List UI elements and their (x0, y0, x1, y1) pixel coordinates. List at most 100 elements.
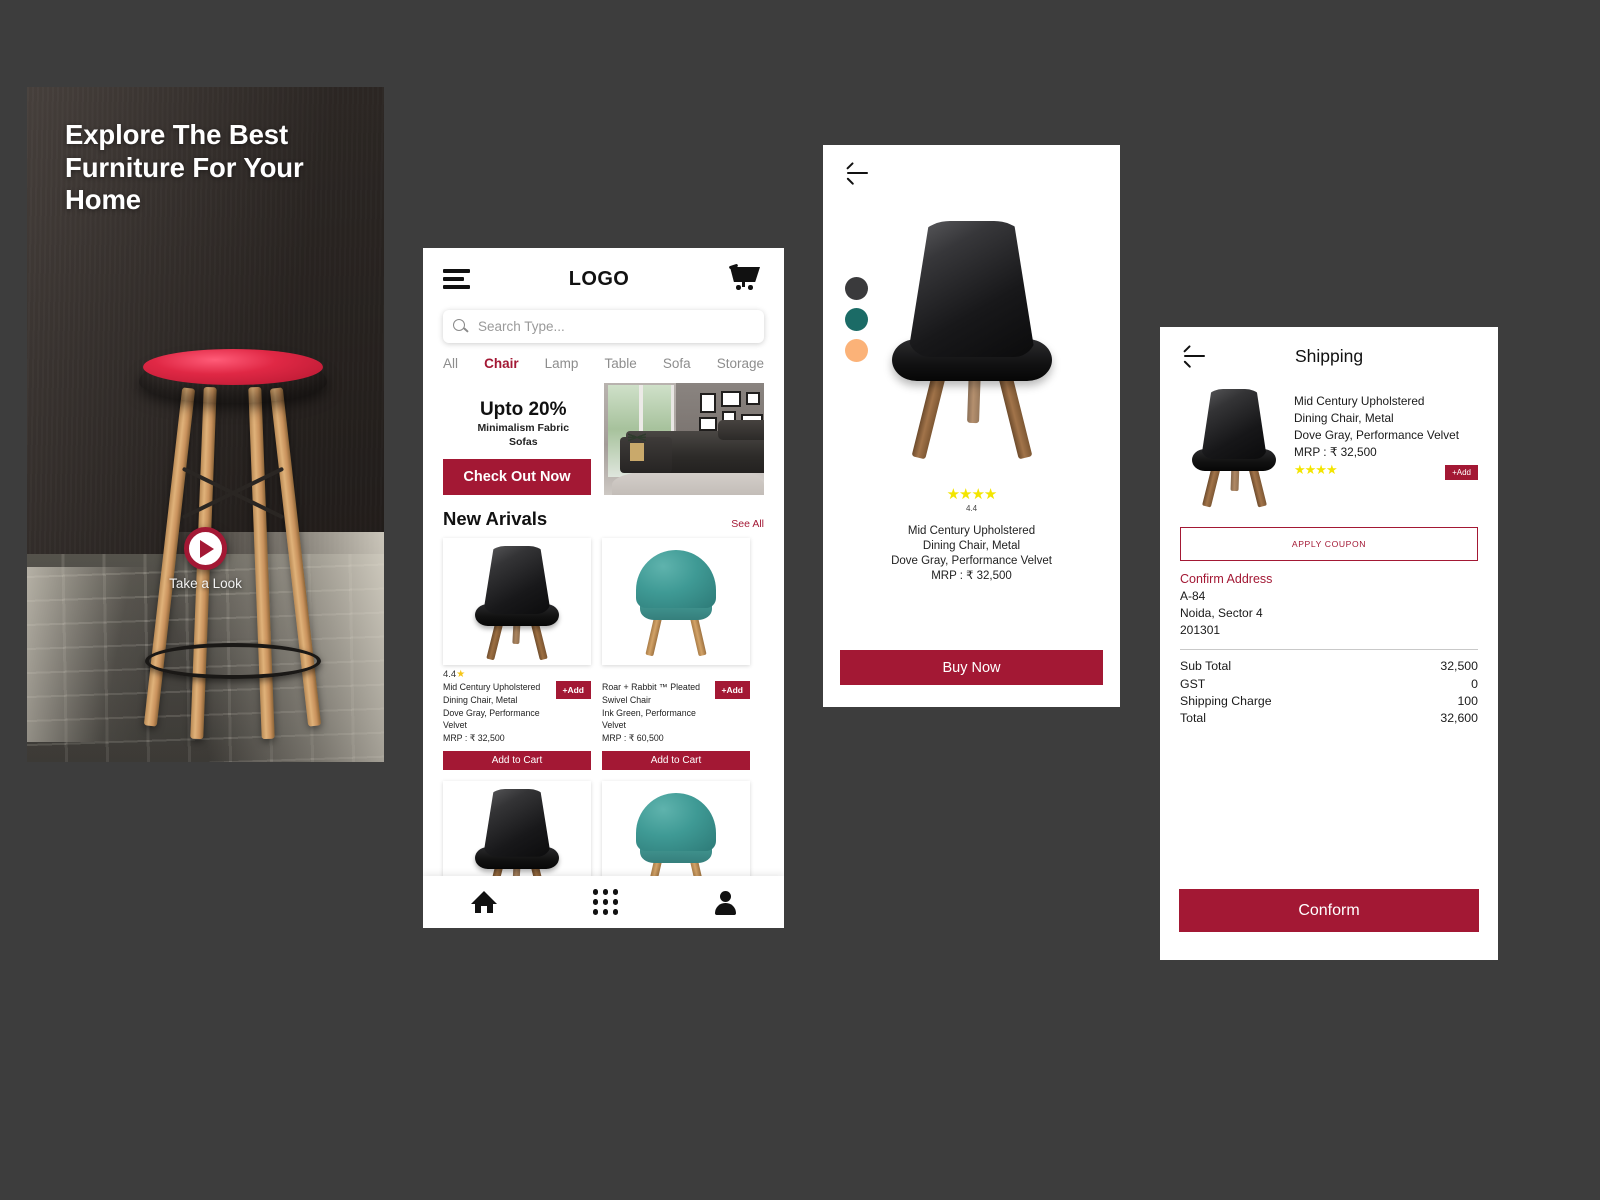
total-value: 32,500 (1440, 659, 1478, 674)
product-card[interactable]: Roar + Rabbit ™ Pleated Swivel Chair Ink… (602, 538, 750, 770)
swatch-peach[interactable] (845, 339, 868, 362)
color-swatches (845, 277, 868, 362)
page-title: Shipping (1294, 345, 1364, 366)
splash-play-group: Take a Look (27, 527, 384, 591)
category-tab-storage[interactable]: Storage (717, 356, 764, 371)
total-label: GST (1180, 676, 1206, 691)
shipping-product-info: Mid Century Upholstered Dining Chair, Me… (1294, 387, 1478, 505)
category-tab-chair[interactable]: Chair (484, 356, 519, 371)
shipping-top-bar: Shipping (1160, 327, 1498, 385)
add-button[interactable]: +Add (714, 681, 750, 699)
total-label: Total (1180, 711, 1206, 726)
product-thumbnail[interactable] (602, 538, 750, 665)
total-value: 0 (1471, 676, 1478, 691)
product-grid-row-1: 4.4★ Mid Century Upholstered Dining Chai… (423, 538, 784, 770)
apply-coupon-button[interactable]: APPLY COUPON (1180, 527, 1478, 561)
see-all-link[interactable]: See All (731, 518, 764, 530)
confirm-address-heading[interactable]: Confirm Address (1180, 572, 1478, 586)
detail-image-stage (823, 201, 1120, 481)
detail-name-line-1: Mid Century Upholstered (907, 525, 1036, 537)
category-tab-sofa[interactable]: Sofa (663, 356, 691, 371)
address-line-2: Noida, Sector 4 (1180, 606, 1263, 621)
add-to-cart-button[interactable]: Add to Cart (602, 750, 750, 770)
home-screen: LOGO All Chair Lamp Table Sofa Storage U… (423, 248, 784, 928)
bottom-navigation (423, 876, 784, 928)
user-profile-icon[interactable] (714, 890, 737, 915)
search-input[interactable] (478, 319, 754, 334)
home-top-bar: LOGO (423, 248, 784, 310)
promo-subline-1: Minimalism Fabric (477, 422, 570, 434)
address-postal-code: 201301 (1180, 623, 1221, 638)
splash-screen: Explore The Best Furniture For Your Home… (27, 87, 384, 762)
product-name-line-1: Mid Century Upholstered (1294, 394, 1425, 408)
product-price: MRP : ₹ 32,500 (443, 733, 505, 743)
add-button[interactable]: +Add (555, 681, 591, 699)
product-description: Mid Century Upholstered Dining Chair, Me… (443, 681, 552, 745)
product-name-line-3: Dove Gray, Performance Velvet (443, 707, 540, 731)
product-name-line-3: Dove Gray, Performance Velvet (1294, 428, 1460, 443)
total-row-total: Total 32,600 (1180, 710, 1478, 727)
product-price: MRP : ₹ 60,500 (602, 733, 664, 743)
detail-top-bar (823, 145, 1120, 201)
product-hero-image (882, 221, 1062, 461)
detail-rating-value: 4.4 (965, 504, 978, 513)
grid-apps-icon[interactable] (592, 889, 619, 915)
app-logo: LOGO (568, 267, 630, 290)
product-rating: 4.4★ (443, 669, 466, 680)
buy-now-button[interactable]: Buy Now (840, 650, 1103, 685)
shipping-screen: Shipping Mid Century Upholstered Dining … (1160, 327, 1498, 960)
shipping-product-summary: Mid Century Upholstered Dining Chair, Me… (1160, 385, 1498, 508)
product-card-body: Roar + Rabbit ™ Pleated Swivel Chair Ink… (602, 681, 750, 745)
product-thumbnail[interactable] (443, 538, 591, 665)
product-name-line-2: Swivel Chair (602, 694, 651, 705)
swatch-charcoal[interactable] (845, 277, 868, 300)
total-row-shipping-charge: Shipping Charge 100 (1180, 693, 1478, 710)
swatch-teal[interactable] (845, 308, 868, 331)
product-thumbnail (1180, 387, 1288, 508)
search-icon (453, 318, 469, 335)
total-value: 100 (1457, 694, 1478, 708)
category-tab-table[interactable]: Table (605, 356, 637, 371)
promo-text-panel: Upto 20% Minimalism Fabric Sofas Check O… (443, 383, 604, 495)
product-name-line-2: Dining Chair, Metal (443, 694, 518, 705)
product-detail-screen: ★★★★ 4.4 Mid Century Upholstered Dining … (823, 145, 1120, 707)
promo-banner[interactable]: Upto 20% Minimalism Fabric Sofas Check O… (443, 383, 764, 495)
take-a-look-label[interactable]: Take a Look (27, 576, 384, 591)
category-tabs: All Chair Lamp Table Sofa Storage (423, 343, 784, 381)
play-icon[interactable] (184, 527, 227, 570)
product-name-line-2: Dining Chair, Metal (1294, 411, 1394, 426)
check-out-now-button[interactable]: Check Out Now (443, 459, 591, 495)
search-bar[interactable] (443, 310, 764, 343)
promo-subline-2: Sofas (508, 436, 538, 449)
promo-headline: Upto 20% (479, 399, 567, 420)
detail-name-line-2: Dining Chair, Metal (922, 539, 1021, 552)
product-name-line-1: Mid Century Upholstered (443, 682, 541, 692)
confirm-button[interactable]: Conform (1179, 889, 1479, 932)
product-rating-empty (602, 665, 750, 681)
back-arrow-icon[interactable] (845, 161, 870, 185)
add-to-cart-button[interactable]: Add to Cart (443, 750, 591, 770)
home-icon[interactable] (470, 891, 497, 913)
category-tab-all[interactable]: All (443, 356, 458, 371)
product-card-body: Mid Century Upholstered Dining Chair, Me… (443, 681, 591, 745)
category-tab-lamp[interactable]: Lamp (545, 356, 579, 371)
product-name-line-1: Roar + Rabbit ™ Pleated (602, 682, 701, 692)
product-description: Roar + Rabbit ™ Pleated Swivel Chair Ink… (602, 681, 711, 745)
detail-name-line-3: Dove Gray, Performance Velvet (891, 554, 1052, 567)
hamburger-icon[interactable] (443, 269, 470, 289)
mockup-canvas: Explore The Best Furniture For Your Home… (0, 0, 1600, 1200)
splash-headline: Explore The Best Furniture For Your Home (65, 119, 304, 216)
address-line-1: A-84 (1180, 589, 1206, 603)
shopping-cart-icon[interactable] (728, 263, 762, 294)
splash-curtain-left (27, 567, 147, 742)
new-arrivals-header: New Arivals See All (423, 495, 784, 538)
total-row-gst: GST 0 (1180, 676, 1478, 693)
order-totals: Sub Total 32,500 GST 0 Shipping Charge 1… (1180, 649, 1478, 728)
total-value: 32,600 (1440, 711, 1478, 726)
product-card[interactable]: 4.4★ Mid Century Upholstered Dining Chai… (443, 538, 591, 770)
detail-price: MRP : ₹ 32,500 (931, 569, 1012, 582)
detail-description: Mid Century Upholstered Dining Chair, Me… (823, 524, 1120, 584)
add-button[interactable]: +Add (1445, 465, 1478, 480)
total-row-subtotal: Sub Total 32,500 (1180, 658, 1478, 675)
total-label: Sub Total (1180, 659, 1232, 674)
